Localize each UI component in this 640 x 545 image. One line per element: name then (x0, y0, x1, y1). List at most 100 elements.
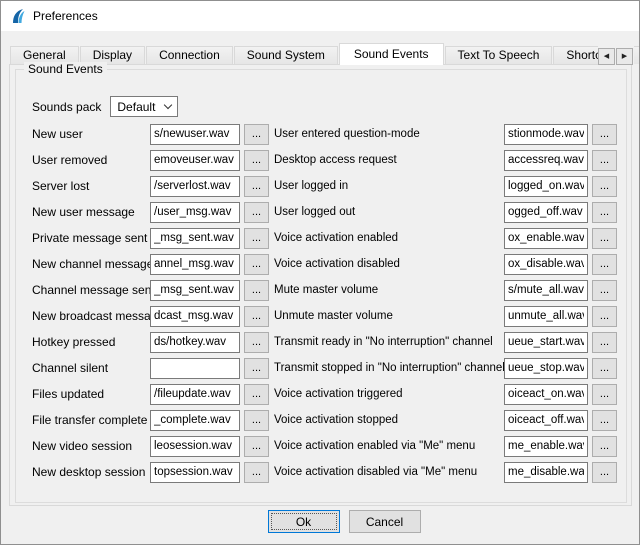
sound-events-groupbox: Sound Events Sounds pack Default New use… (15, 69, 627, 503)
sound-file-input[interactable] (504, 150, 588, 171)
sound-event-label: Unmute master volume (274, 310, 500, 322)
sound-file-input[interactable] (150, 176, 240, 197)
sound-event-label: File transfer complete (32, 413, 146, 427)
sound-file-input[interactable] (150, 124, 240, 145)
sound-file-input[interactable] (504, 124, 588, 145)
sound-event-label: New broadcast message (32, 309, 146, 323)
sound-file-input[interactable] (504, 176, 588, 197)
browse-button[interactable]: ... (592, 462, 617, 483)
sound-event-label: Voice activation stopped (274, 414, 500, 426)
sound-file-input[interactable] (504, 254, 588, 275)
sound-file-input[interactable] (150, 228, 240, 249)
sound-file-input[interactable] (504, 280, 588, 301)
sound-event-row: Channel silent... (32, 355, 269, 381)
sound-event-row: Transmit ready in "No interruption" chan… (274, 329, 617, 355)
sound-event-label: New channel message (32, 257, 146, 271)
browse-button[interactable]: ... (244, 280, 269, 301)
tab-text-to-speech[interactable]: Text To Speech (445, 46, 553, 64)
browse-button[interactable]: ... (592, 384, 617, 405)
sound-event-row: New video session... (32, 433, 269, 459)
sound-file-input[interactable] (504, 332, 588, 353)
sound-file-input[interactable] (150, 462, 240, 483)
sound-event-label: New desktop session (32, 465, 146, 479)
sound-file-input[interactable] (504, 202, 588, 223)
tab-scroll-right-icon[interactable]: ▶ (616, 48, 633, 65)
sound-event-row: Mute master volume... (274, 277, 617, 303)
browse-button[interactable]: ... (244, 306, 269, 327)
sound-file-input[interactable] (504, 228, 588, 249)
browse-button[interactable]: ... (592, 202, 617, 223)
title-bar: Preferences (1, 1, 639, 31)
browse-button[interactable]: ... (592, 436, 617, 457)
sound-event-row: Voice activation enabled via "Me" menu..… (274, 433, 617, 459)
app-logo-icon (10, 8, 26, 24)
browse-button[interactable]: ... (244, 332, 269, 353)
tab-scroll-left-icon[interactable]: ◀ (598, 48, 615, 65)
sounds-pack-select[interactable]: Default (110, 96, 178, 117)
browse-button[interactable]: ... (592, 358, 617, 379)
browse-button[interactable]: ... (592, 280, 617, 301)
browse-button[interactable]: ... (244, 176, 269, 197)
sound-event-row: Voice activation triggered... (274, 381, 617, 407)
sound-file-input[interactable] (150, 436, 240, 457)
sound-event-row: Voice activation stopped... (274, 407, 617, 433)
sound-file-input[interactable] (150, 410, 240, 431)
ok-button[interactable]: Ok (268, 510, 340, 533)
sound-file-input[interactable] (150, 332, 240, 353)
cancel-button[interactable]: Cancel (349, 510, 421, 533)
sound-event-label: New video session (32, 439, 146, 453)
sound-event-label: Channel message sent (32, 283, 146, 297)
tab-connection[interactable]: Connection (146, 46, 233, 64)
sound-event-row: New channel message... (32, 251, 269, 277)
browse-button[interactable]: ... (592, 150, 617, 171)
sound-file-input[interactable] (150, 280, 240, 301)
sound-file-input[interactable] (504, 306, 588, 327)
sound-file-input[interactable] (150, 202, 240, 223)
groupbox-title: Sound Events (24, 62, 107, 76)
browse-button[interactable]: ... (244, 384, 269, 405)
sound-file-input[interactable] (150, 306, 240, 327)
browse-button[interactable]: ... (592, 332, 617, 353)
sound-event-row: Private message sent... (32, 225, 269, 251)
sound-event-row: User removed... (32, 147, 269, 173)
sound-file-input[interactable] (504, 384, 588, 405)
browse-button[interactable]: ... (244, 410, 269, 431)
browse-button[interactable]: ... (244, 202, 269, 223)
sound-event-label: Files updated (32, 387, 146, 401)
sound-event-row: Desktop access request... (274, 147, 617, 173)
browse-button[interactable]: ... (592, 306, 617, 327)
sound-file-input[interactable] (504, 410, 588, 431)
sound-event-row: User entered question-mode... (274, 121, 617, 147)
tab-sound-events[interactable]: Sound Events (339, 43, 444, 65)
tab-sound-system[interactable]: Sound System (234, 46, 338, 64)
sound-event-label: Server lost (32, 179, 146, 193)
sound-event-row: Transmit stopped in "No interruption" ch… (274, 355, 617, 381)
browse-button[interactable]: ... (244, 150, 269, 171)
sound-event-row: Server lost... (32, 173, 269, 199)
browse-button[interactable]: ... (592, 410, 617, 431)
browse-button[interactable]: ... (244, 358, 269, 379)
sound-event-label: Voice activation disabled via "Me" menu (274, 466, 500, 478)
sound-file-input[interactable] (150, 254, 240, 275)
browse-button[interactable]: ... (592, 176, 617, 197)
browse-button[interactable]: ... (244, 254, 269, 275)
browse-button[interactable]: ... (244, 436, 269, 457)
window-title: Preferences (33, 9, 98, 23)
sound-event-row: User logged in... (274, 173, 617, 199)
sound-file-input[interactable] (150, 358, 240, 379)
sound-file-input[interactable] (504, 358, 588, 379)
sound-file-input[interactable] (150, 150, 240, 171)
browse-button[interactable]: ... (244, 124, 269, 145)
sound-event-label: Desktop access request (274, 154, 500, 166)
browse-button[interactable]: ... (592, 124, 617, 145)
browse-button[interactable]: ... (592, 228, 617, 249)
sound-file-input[interactable] (504, 436, 588, 457)
browse-button[interactable]: ... (244, 228, 269, 249)
browse-button[interactable]: ... (244, 462, 269, 483)
sound-event-label: Transmit ready in "No interruption" chan… (274, 336, 500, 348)
sound-file-input[interactable] (150, 384, 240, 405)
sound-event-label: Voice activation enabled (274, 232, 500, 244)
browse-button[interactable]: ... (592, 254, 617, 275)
sound-file-input[interactable] (504, 462, 588, 483)
sound-event-row: Channel message sent... (32, 277, 269, 303)
